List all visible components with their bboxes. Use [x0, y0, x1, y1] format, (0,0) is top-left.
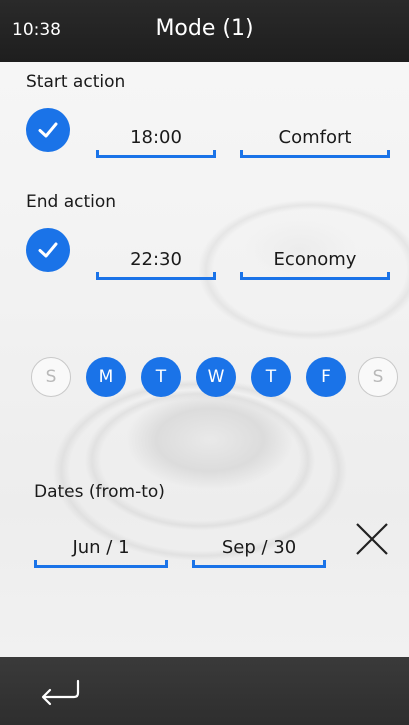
clear-dates-button[interactable]	[353, 520, 391, 558]
day-wednesday[interactable]: W	[196, 357, 236, 397]
day-thursday[interactable]: T	[251, 357, 291, 397]
end-mode-field[interactable]: Economy	[240, 246, 390, 280]
start-time-field[interactable]: 18:00	[96, 124, 216, 158]
date-to-value: Sep / 30	[221, 537, 297, 558]
screen: 10:38 Mode (1) Start action 18:00 Comfor…	[0, 0, 409, 725]
end-action-checkbox[interactable]	[26, 228, 70, 272]
page-title: Mode (1)	[155, 16, 254, 41]
field-tick	[323, 560, 326, 568]
start-mode-field[interactable]: Comfort	[240, 124, 390, 158]
day-sunday[interactable]: S	[31, 357, 71, 397]
date-from-value: Jun / 1	[72, 537, 130, 558]
dates-label: Dates (from-to)	[34, 482, 165, 502]
start-time-value: 18:00	[130, 127, 182, 148]
back-button[interactable]	[38, 675, 84, 707]
end-action-label: End action	[26, 192, 117, 212]
field-tick	[213, 150, 216, 158]
end-time-value: 22:30	[130, 249, 182, 270]
field-tick	[387, 150, 390, 158]
start-action-label: Start action	[26, 72, 126, 92]
date-to-field[interactable]: Sep / 30	[192, 534, 326, 568]
end-time-field[interactable]: 22:30	[96, 246, 216, 280]
close-icon	[356, 523, 388, 555]
end-mode-value: Economy	[273, 249, 357, 270]
status-bar: 10:38 Mode (1)	[0, 0, 409, 62]
return-arrow-icon	[41, 679, 80, 706]
start-mode-value: Comfort	[278, 127, 352, 148]
field-tick	[387, 272, 390, 280]
check-icon	[38, 122, 58, 138]
day-tuesday[interactable]: T	[141, 357, 181, 397]
day-saturday[interactable]: S	[358, 357, 398, 397]
bottom-bar	[0, 657, 409, 725]
start-action-checkbox[interactable]	[26, 108, 70, 152]
day-monday[interactable]: M	[86, 357, 126, 397]
field-tick	[165, 560, 168, 568]
weekday-selector: S M T W T F S	[0, 357, 409, 401]
check-icon	[38, 242, 58, 258]
field-tick	[213, 272, 216, 280]
date-from-field[interactable]: Jun / 1	[34, 534, 168, 568]
day-friday[interactable]: F	[306, 357, 346, 397]
